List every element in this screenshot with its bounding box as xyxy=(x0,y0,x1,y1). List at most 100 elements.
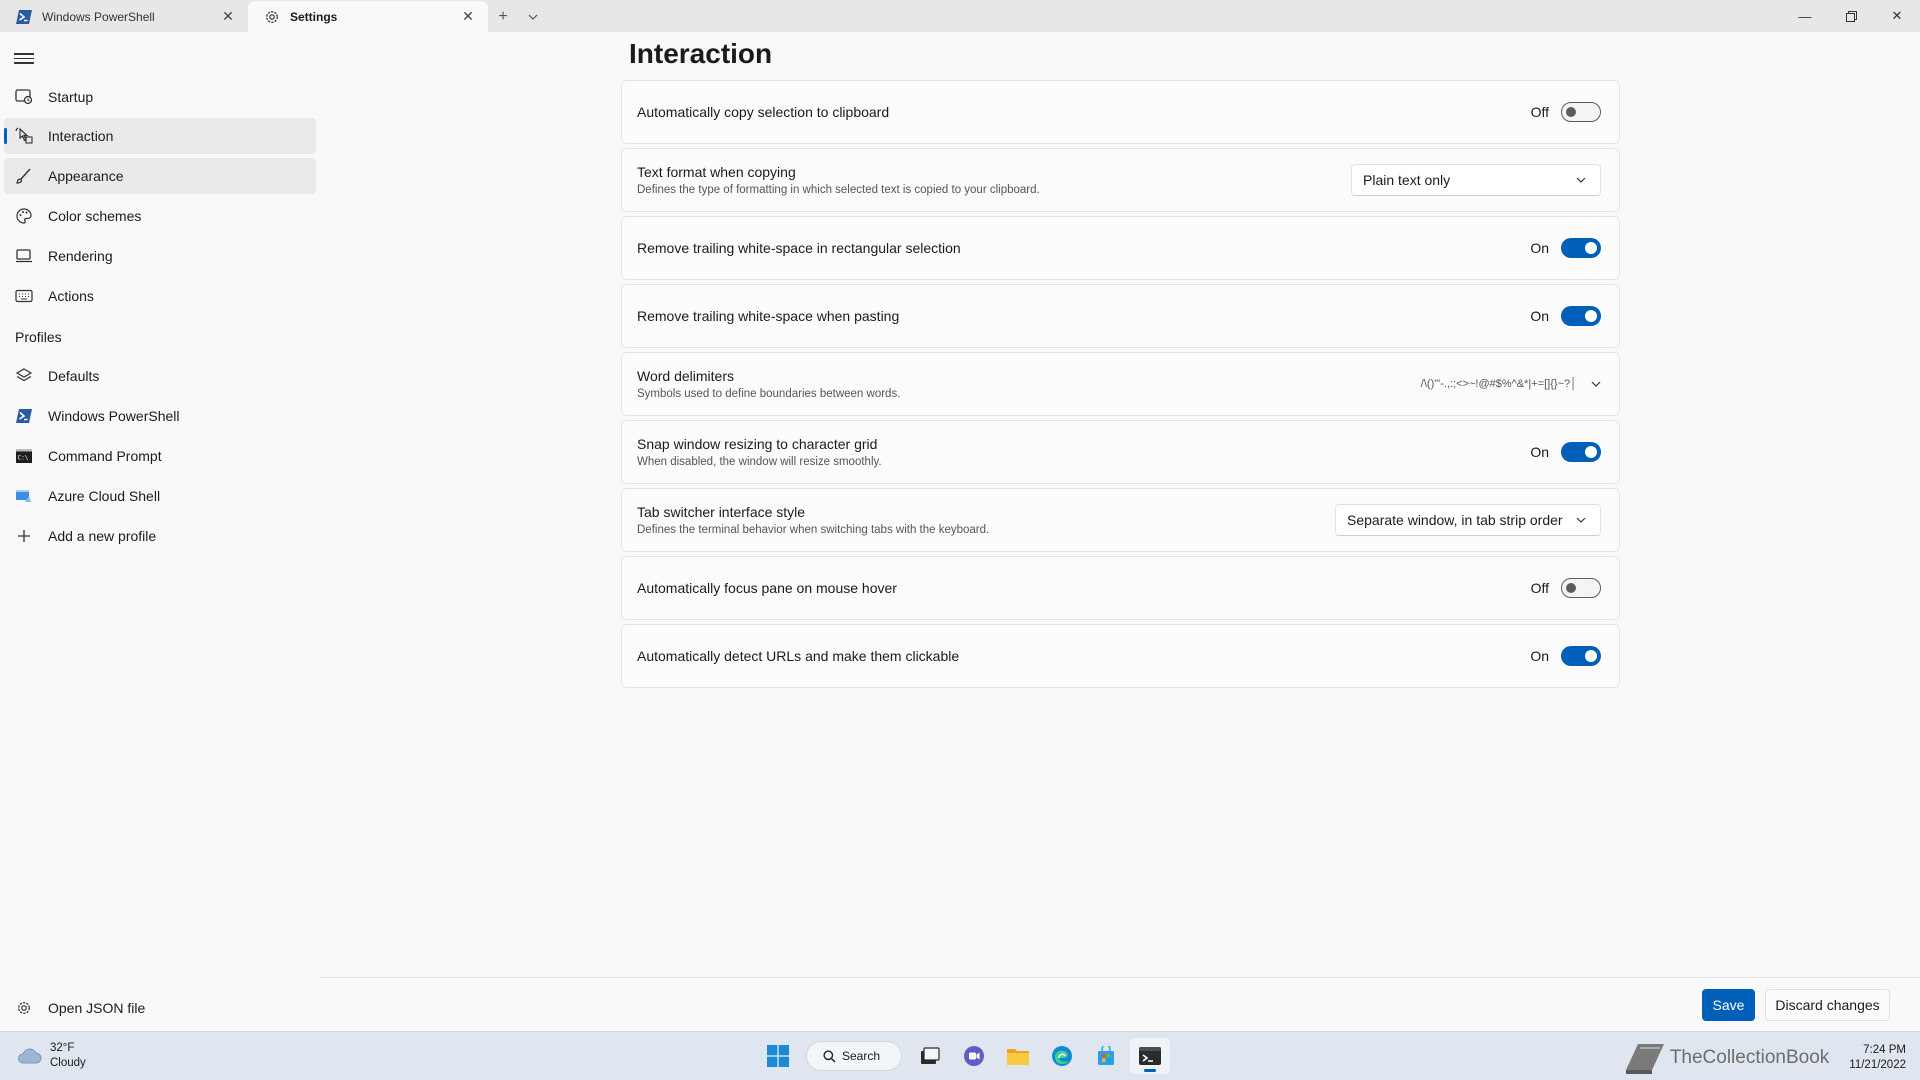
sidebar-item-appearance[interactable]: Appearance xyxy=(4,158,316,194)
store-button[interactable] xyxy=(1086,1038,1126,1074)
store-icon xyxy=(1098,1046,1114,1065)
sidebar: Startup Interaction Appearance Color sch… xyxy=(0,32,320,1031)
restore-button[interactable] xyxy=(1828,0,1874,32)
sidebar-item-label: Interaction xyxy=(48,128,114,144)
chevron-down-icon xyxy=(1573,177,1589,183)
sidebar-item-startup[interactable]: Startup xyxy=(4,79,316,115)
setting-label: Remove trailing white-space when pasting xyxy=(637,308,900,324)
sidebar-item-label: Add a new profile xyxy=(48,528,157,544)
watermark: TheCollectionBook xyxy=(1620,1040,1829,1076)
system-tray: TheCollectionBook 7:24 PM 11/21/2022 xyxy=(1620,1040,1906,1076)
powershell-icon xyxy=(14,406,34,426)
weather-widget[interactable]: 32°F Cloudy xyxy=(16,1041,86,1071)
sidebar-item-actions[interactable]: Actions xyxy=(4,278,316,314)
open-json-file-button[interactable]: Open JSON file xyxy=(4,990,316,1026)
detect-urls-toggle[interactable] xyxy=(1561,646,1601,666)
sidebar-item-defaults[interactable]: Defaults xyxy=(4,358,316,394)
edge-button[interactable] xyxy=(1042,1038,1082,1074)
setting-trim-paste: Remove trailing white-space when pasting… xyxy=(621,284,1620,348)
setting-focus-follow-mouse: Automatically focus pane on mouse hover … xyxy=(621,556,1620,620)
window-controls: — ✕ xyxy=(1782,0,1920,32)
sidebar-item-interaction[interactable]: Interaction xyxy=(4,118,316,154)
azure-icon xyxy=(14,486,34,506)
sidebar-item-azure-cloud-shell[interactable]: Azure Cloud Shell xyxy=(4,478,316,514)
close-icon[interactable]: ✕ xyxy=(458,7,478,27)
chevron-down-icon xyxy=(528,14,538,20)
file-explorer-button[interactable] xyxy=(998,1038,1038,1074)
toggle-state: On xyxy=(1530,648,1549,664)
sidebar-item-color-schemes[interactable]: Color schemes xyxy=(4,198,316,234)
close-window-button[interactable]: ✕ xyxy=(1874,0,1920,32)
layers-icon xyxy=(14,366,34,386)
folder-icon xyxy=(1007,1049,1029,1065)
sidebar-item-label: Azure Cloud Shell xyxy=(48,488,161,504)
cloud-icon xyxy=(18,1048,42,1064)
setting-label: Automatically detect URLs and make them … xyxy=(637,648,960,664)
discard-changes-button[interactable]: Discard changes xyxy=(1765,989,1890,1021)
search-icon xyxy=(823,1049,836,1063)
chevron-down-icon xyxy=(1591,381,1601,387)
tab-switcher-dropdown[interactable]: Separate window, in tab strip order xyxy=(1335,504,1601,536)
cmd-icon: C:\ xyxy=(14,446,34,466)
setting-label: Automatically focus pane on mouse hover xyxy=(637,580,897,596)
setting-label: Automatically copy selection to clipboar… xyxy=(637,104,890,120)
title-bar: Windows PowerShell ✕ Settings ✕ + — ✕ xyxy=(0,0,1920,32)
focus-follow-mouse-toggle[interactable] xyxy=(1561,578,1601,598)
toggle-state: Off xyxy=(1530,104,1549,120)
copy-format-dropdown[interactable]: Plain text only xyxy=(1351,164,1601,196)
copy-on-select-toggle[interactable] xyxy=(1561,102,1601,122)
monitor-icon xyxy=(14,246,34,266)
setting-copy-on-select: Automatically copy selection to clipboar… xyxy=(621,80,1620,144)
word-delimiters-expander[interactable]: /\()"'-.,:;<>~!@#$%^&*|+=[]{}~?│ xyxy=(1421,378,1601,390)
dropdown-value: Plain text only xyxy=(1363,172,1451,188)
chat-button[interactable] xyxy=(954,1038,994,1074)
tab-windows-powershell[interactable]: Windows PowerShell ✕ xyxy=(0,1,248,32)
trim-block-selection-toggle[interactable] xyxy=(1561,238,1601,258)
gear-icon xyxy=(14,998,34,1018)
setting-label: Snap window resizing to character grid xyxy=(637,436,878,452)
task-view-button[interactable] xyxy=(910,1038,950,1074)
chevron-down-icon xyxy=(1573,517,1589,523)
setting-detect-urls: Automatically detect URLs and make them … xyxy=(621,624,1620,688)
save-button[interactable]: Save xyxy=(1702,989,1755,1021)
dropdown-value: Separate window, in tab strip order xyxy=(1347,512,1563,528)
clock-time: 7:24 PM xyxy=(1863,1044,1906,1056)
tab-settings[interactable]: Settings ✕ xyxy=(248,1,488,32)
setting-snap-to-grid: Snap window resizing to character grid W… xyxy=(621,420,1620,484)
clock[interactable]: 7:24 PM 11/21/2022 xyxy=(1849,1043,1906,1073)
keyboard-icon xyxy=(14,286,34,306)
close-icon[interactable]: ✕ xyxy=(218,7,238,27)
svg-text:C:\: C:\ xyxy=(18,455,29,462)
trim-paste-toggle[interactable] xyxy=(1561,306,1601,326)
book-icon xyxy=(1625,1044,1664,1074)
interaction-icon xyxy=(14,126,34,146)
brush-icon xyxy=(14,166,34,186)
footer-divider xyxy=(320,977,1920,978)
minimize-button[interactable]: — xyxy=(1782,0,1828,32)
taskbar-search[interactable]: Search xyxy=(806,1041,902,1071)
snap-to-grid-toggle[interactable] xyxy=(1561,442,1601,462)
terminal-button[interactable] xyxy=(1130,1038,1170,1074)
edge-icon xyxy=(1052,1046,1072,1066)
clock-date: 11/21/2022 xyxy=(1849,1059,1906,1071)
start-button[interactable] xyxy=(758,1038,798,1074)
sidebar-item-command-prompt[interactable]: C:\ Command Prompt xyxy=(4,438,316,474)
restore-icon xyxy=(1845,10,1857,22)
sidebar-item-label: Rendering xyxy=(48,248,113,264)
profiles-header: Profiles xyxy=(15,329,62,345)
sidebar-item-label: Startup xyxy=(48,89,94,105)
windows-logo-icon xyxy=(767,1045,789,1067)
tab-dropdown-button[interactable] xyxy=(518,1,548,32)
new-tab-button[interactable]: + xyxy=(488,1,518,32)
sidebar-item-label: Appearance xyxy=(48,168,124,184)
setting-word-delimiters: Word delimiters Symbols used to define b… xyxy=(621,352,1620,416)
sidebar-item-windows-powershell[interactable]: Windows PowerShell xyxy=(4,398,316,434)
taskbar: 32°F Cloudy Search TheCollectionBook 7:2… xyxy=(0,1031,1920,1080)
sidebar-item-add-new-profile[interactable]: Add a new profile xyxy=(4,518,316,554)
open-json-label: Open JSON file xyxy=(48,1000,146,1016)
toggle-state: Off xyxy=(1530,580,1549,596)
sidebar-item-rendering[interactable]: Rendering xyxy=(4,238,316,274)
word-delimiters-value: /\()"'-.,:;<>~!@#$%^&*|+=[]{}~?│ xyxy=(1420,378,1577,390)
hamburger-menu-icon[interactable] xyxy=(14,50,34,66)
setting-label: Text format when copying xyxy=(637,164,796,180)
